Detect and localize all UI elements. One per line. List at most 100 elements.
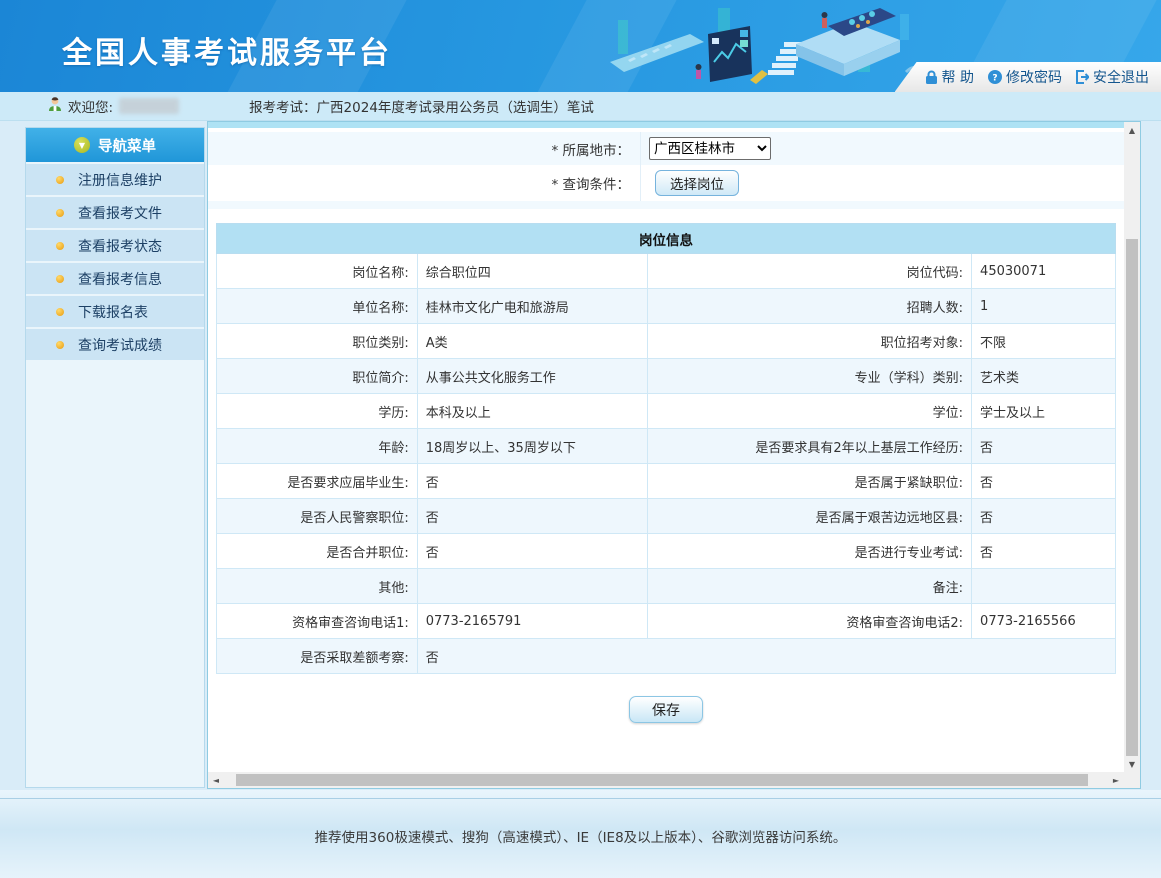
field-value: 从事公共文化服务工作 (417, 359, 648, 394)
field-value: 否 (972, 464, 1116, 499)
sidebar-menu: 注册信息维护查看报考文件查看报考状态查看报考信息下载报名表查询考试成绩 (26, 164, 204, 360)
table-row: 资格审查咨询电话1:0773-2165791资格审查咨询电话2:0773-216… (217, 604, 1116, 639)
page-title: 全国人事考试服务平台 (62, 28, 392, 72)
field-label: 年龄: (217, 429, 418, 464)
table-row: 年龄:18周岁以上、35周岁以下是否要求具有2年以上基层工作经历:否 (217, 429, 1116, 464)
position-table-body: 岗位名称:综合职位四岗位代码:45030071单位名称:桂林市文化广电和旅游局招… (217, 254, 1116, 674)
field-value: A类 (417, 324, 648, 359)
field-value: 不限 (972, 324, 1116, 359)
field-label: 其他: (217, 569, 418, 604)
sidebar: ▼ 导航菜单 注册信息维护查看报考文件查看报考状态查看报考信息下载报名表查询考试… (25, 127, 205, 788)
position-info-table: 岗位信息 岗位名称:综合职位四岗位代码:45030071单位名称:桂林市文化广电… (216, 223, 1116, 674)
bullet-icon (56, 176, 64, 184)
header-illustration (600, 0, 930, 92)
nav-menu-header: ▼ 导航菜单 (26, 128, 204, 162)
table-row: 是否采取差额考察:否 (217, 639, 1116, 674)
header: 全国人事考试服务平台 帮 助 ? 修改密码 安全退出 (0, 0, 1161, 92)
help-link[interactable]: 帮 助 (925, 67, 974, 87)
field-value: 否 (417, 639, 1115, 674)
table-row: 职位类别:A类职位招考对象:不限 (217, 324, 1116, 359)
svg-text:?: ? (992, 74, 997, 84)
vertical-scroll-thumb[interactable] (1126, 239, 1138, 756)
page: 全国人事考试服务平台 帮 助 ? 修改密码 安全退出 (0, 0, 1161, 878)
field-value: 桂林市文化广电和旅游局 (417, 289, 648, 324)
field-label: 岗位代码: (648, 254, 972, 289)
field-label: 职位招考对象: (648, 324, 972, 359)
field-label: 职位简介: (217, 359, 418, 394)
field-label: 单位名称: (217, 289, 418, 324)
field-label: 是否人民警察职位: (217, 499, 418, 534)
field-label: 岗位名称: (217, 254, 418, 289)
table-row: 岗位名称:综合职位四岗位代码:45030071 (217, 254, 1116, 289)
field-value: 0773-2165566 (972, 604, 1116, 639)
condition-form-row: * 查询条件： 选择岗位 (208, 165, 1124, 201)
field-label: 职位类别: (217, 324, 418, 359)
field-label: 招聘人数: (648, 289, 972, 324)
field-value: 18周岁以上、35周岁以下 (417, 429, 648, 464)
exit-icon (1076, 70, 1089, 84)
scroll-left-icon[interactable]: ◄ (208, 772, 224, 788)
sidebar-item-4[interactable]: 下载报名表 (26, 296, 204, 327)
horizontal-scroll-thumb[interactable] (236, 774, 1088, 786)
scroll-down-icon[interactable]: ▼ (1124, 756, 1140, 772)
table-row: 其他:备注: (217, 569, 1116, 604)
lock-icon (925, 70, 938, 84)
field-label: 资格审查咨询电话1: (217, 604, 418, 639)
field-value: 否 (972, 499, 1116, 534)
bullet-icon (56, 275, 64, 283)
field-label: 学历: (217, 394, 418, 429)
sidebar-item-5[interactable]: 查询考试成绩 (26, 329, 204, 360)
main-content: * 所属地市： 广西区桂林市 * 查询条件： 选择岗位 岗位信息 岗位名称:综合… (207, 121, 1141, 789)
redacted-username (119, 98, 179, 114)
table-row: 学历:本科及以上学位:学士及以上 (217, 394, 1116, 429)
change-password-link[interactable]: ? 修改密码 (988, 67, 1062, 87)
field-label: 是否合并职位: (217, 534, 418, 569)
city-label: * 所属地市： (208, 132, 641, 165)
table-row: 单位名称:桂林市文化广电和旅游局招聘人数:1 (217, 289, 1116, 324)
city-select[interactable]: 广西区桂林市 (649, 137, 771, 160)
clipped-section-strip (208, 122, 1124, 128)
horizontal-scrollbar[interactable]: ◄ ► (208, 772, 1124, 788)
logout-link[interactable]: 安全退出 (1076, 67, 1149, 87)
field-label: 是否要求应届毕业生: (217, 464, 418, 499)
field-value: 否 (417, 534, 648, 569)
field-value: 学士及以上 (972, 394, 1116, 429)
field-label: 专业（学科）类别: (648, 359, 972, 394)
field-value: 1 (972, 289, 1116, 324)
sidebar-item-1[interactable]: 查看报考文件 (26, 197, 204, 228)
bullet-icon (56, 209, 64, 217)
field-value: 45030071 (972, 254, 1116, 289)
welcome-bar: 欢迎您: 报考考试：广西2024年度考试录用公务员（选调生）笔试 (0, 92, 1161, 121)
table-row: 是否人民警察职位:否是否属于艰苦边远地区县:否 (217, 499, 1116, 534)
bullet-icon (56, 242, 64, 250)
field-label: 是否进行专业考试: (648, 534, 972, 569)
field-value (972, 569, 1116, 604)
table-row: 职位简介:从事公共文化服务工作专业（学科）类别:艺术类 (217, 359, 1116, 394)
footer-text: 推荐使用360极速模式、搜狗（高速模式）、IE（IE8及以上版本）、谷歌浏览器访… (0, 826, 1161, 846)
sidebar-item-2[interactable]: 查看报考状态 (26, 230, 204, 261)
field-value: 否 (417, 499, 648, 534)
user-avatar-icon (47, 96, 63, 116)
condition-label: * 查询条件： (208, 165, 641, 201)
save-button[interactable]: 保存 (629, 696, 703, 723)
sidebar-item-3[interactable]: 查看报考信息 (26, 263, 204, 294)
field-value: 综合职位四 (417, 254, 648, 289)
field-value: 艺术类 (972, 359, 1116, 394)
field-label: 学位: (648, 394, 972, 429)
field-label: 是否采取差额考察: (217, 639, 418, 674)
vertical-scrollbar[interactable]: ▲ ▼ (1124, 122, 1140, 772)
scrollbar-corner (1124, 772, 1140, 788)
field-label: 是否属于艰苦边远地区县: (648, 499, 972, 534)
sidebar-item-0[interactable]: 注册信息维护 (26, 164, 204, 195)
field-value: 0773-2165791 (417, 604, 648, 639)
exam-label: 报考考试：广西2024年度考试录用公务员（选调生）笔试 (249, 96, 594, 116)
table-title: 岗位信息 (217, 224, 1116, 254)
table-row: 是否合并职位:否是否进行专业考试:否 (217, 534, 1116, 569)
bullet-icon (56, 341, 64, 349)
scroll-right-icon[interactable]: ► (1108, 772, 1124, 788)
footer-divider (0, 798, 1161, 799)
scroll-up-icon[interactable]: ▲ (1124, 122, 1140, 138)
utility-bar: 帮 助 ? 修改密码 安全退出 (895, 62, 1161, 92)
field-label: 是否要求具有2年以上基层工作经历: (648, 429, 972, 464)
choose-position-button[interactable]: 选择岗位 (655, 170, 739, 196)
